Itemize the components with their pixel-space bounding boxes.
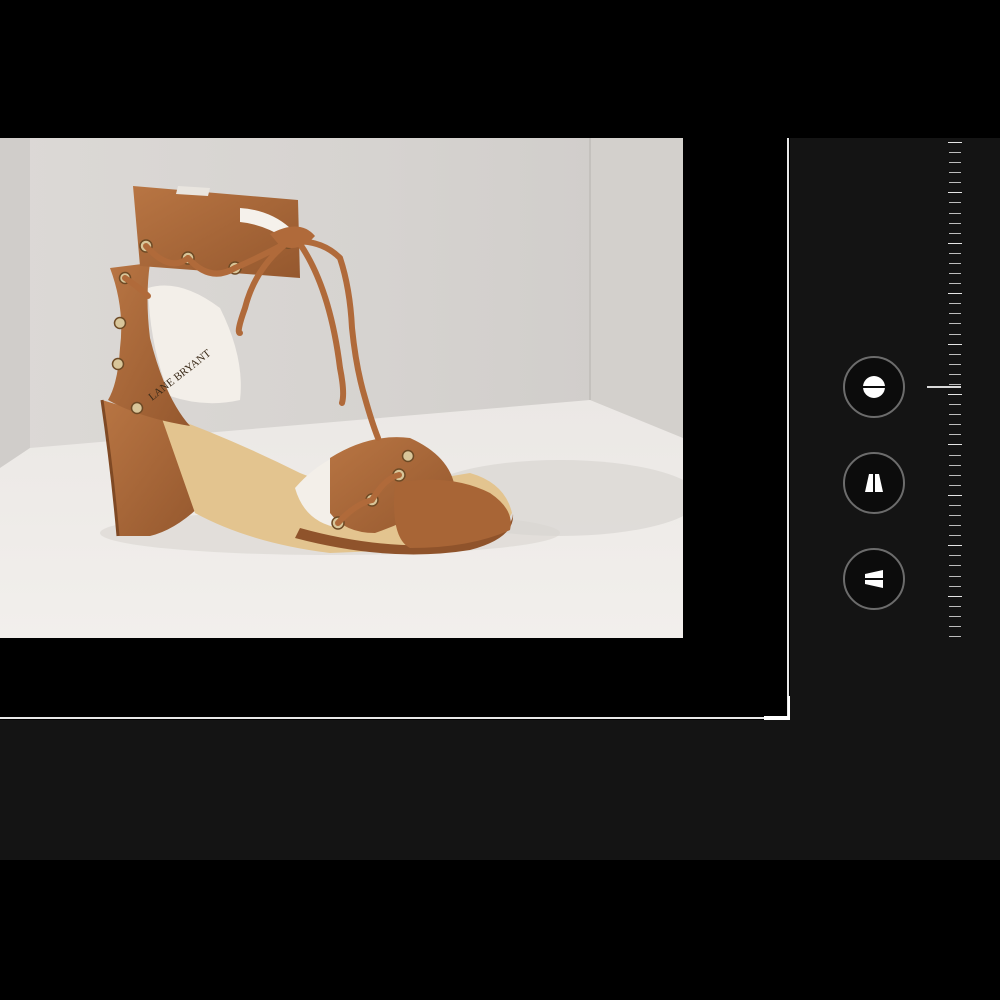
ruler-tick bbox=[949, 475, 961, 476]
ruler-tick bbox=[949, 535, 961, 536]
ruler-tick bbox=[949, 374, 961, 375]
bottom-toolbar-area bbox=[0, 720, 1000, 860]
ruler-tick bbox=[949, 223, 961, 224]
ruler-tick bbox=[949, 576, 961, 577]
ruler-tick bbox=[949, 505, 961, 506]
ruler-tick bbox=[949, 283, 961, 284]
ruler-current-indicator[interactable] bbox=[927, 386, 961, 388]
ruler-tick bbox=[949, 616, 961, 617]
ruler-tick bbox=[949, 182, 961, 183]
ruler-tick bbox=[948, 495, 962, 496]
ruler-tick bbox=[949, 263, 961, 264]
ruler-tick bbox=[949, 233, 961, 234]
ruler-tick bbox=[949, 424, 961, 425]
ruler-tick bbox=[948, 293, 962, 294]
vertical-perspective-icon bbox=[865, 471, 883, 495]
ruler-tick bbox=[948, 192, 962, 193]
ruler-tick bbox=[949, 334, 961, 335]
ruler-tick bbox=[949, 455, 961, 456]
ruler-tick bbox=[949, 384, 961, 385]
ruler-tick bbox=[949, 354, 961, 355]
ruler-tick bbox=[949, 172, 961, 173]
ruler-tick bbox=[949, 636, 961, 637]
ruler-tick bbox=[949, 162, 961, 163]
photo-editor-screen: LANE BRYANT bbox=[0, 0, 1000, 1000]
ruler-tick bbox=[948, 344, 962, 345]
adjust-tool-panel bbox=[790, 138, 1000, 720]
horizontal-perspective-icon bbox=[862, 570, 886, 588]
straighten-icon bbox=[860, 376, 888, 398]
ruler-tick bbox=[949, 515, 961, 516]
ruler-tick bbox=[949, 565, 961, 566]
ruler-tick bbox=[949, 525, 961, 526]
ruler-tick bbox=[949, 213, 961, 214]
crop-corner-handle[interactable] bbox=[764, 696, 792, 720]
ruler-tick bbox=[949, 414, 961, 415]
ruler-tick bbox=[949, 313, 961, 314]
ruler-tick bbox=[949, 606, 961, 607]
ruler-tick bbox=[948, 142, 962, 143]
angle-ruler[interactable] bbox=[945, 142, 965, 637]
ruler-tick bbox=[949, 303, 961, 304]
straighten-button[interactable] bbox=[843, 356, 905, 418]
ruler-tick bbox=[948, 444, 962, 445]
crop-border-right[interactable] bbox=[787, 138, 789, 720]
ruler-tick bbox=[949, 202, 961, 203]
ruler-tick bbox=[948, 394, 962, 395]
ruler-tick bbox=[949, 434, 961, 435]
vertical-perspective-button[interactable] bbox=[843, 452, 905, 514]
crop-canvas[interactable]: LANE BRYANT bbox=[0, 0, 790, 720]
ruler-tick bbox=[949, 253, 961, 254]
ruler-tick bbox=[948, 596, 962, 597]
ruler-tick bbox=[949, 586, 961, 587]
horizontal-perspective-button[interactable] bbox=[843, 548, 905, 610]
sandal-photo: LANE BRYANT bbox=[0, 138, 683, 638]
ruler-tick bbox=[949, 364, 961, 365]
ruler-tick bbox=[949, 626, 961, 627]
photo-preview[interactable]: LANE BRYANT bbox=[0, 138, 683, 638]
ruler-tick bbox=[949, 404, 961, 405]
ruler-tick bbox=[949, 465, 961, 466]
ruler-tick bbox=[949, 152, 961, 153]
ruler-tick bbox=[949, 485, 961, 486]
crop-border-bottom[interactable] bbox=[0, 717, 790, 719]
ruler-tick bbox=[948, 545, 962, 546]
ruler-tick bbox=[949, 323, 961, 324]
ruler-tick bbox=[949, 555, 961, 556]
ruler-tick bbox=[949, 273, 961, 274]
ruler-tick bbox=[948, 243, 962, 244]
